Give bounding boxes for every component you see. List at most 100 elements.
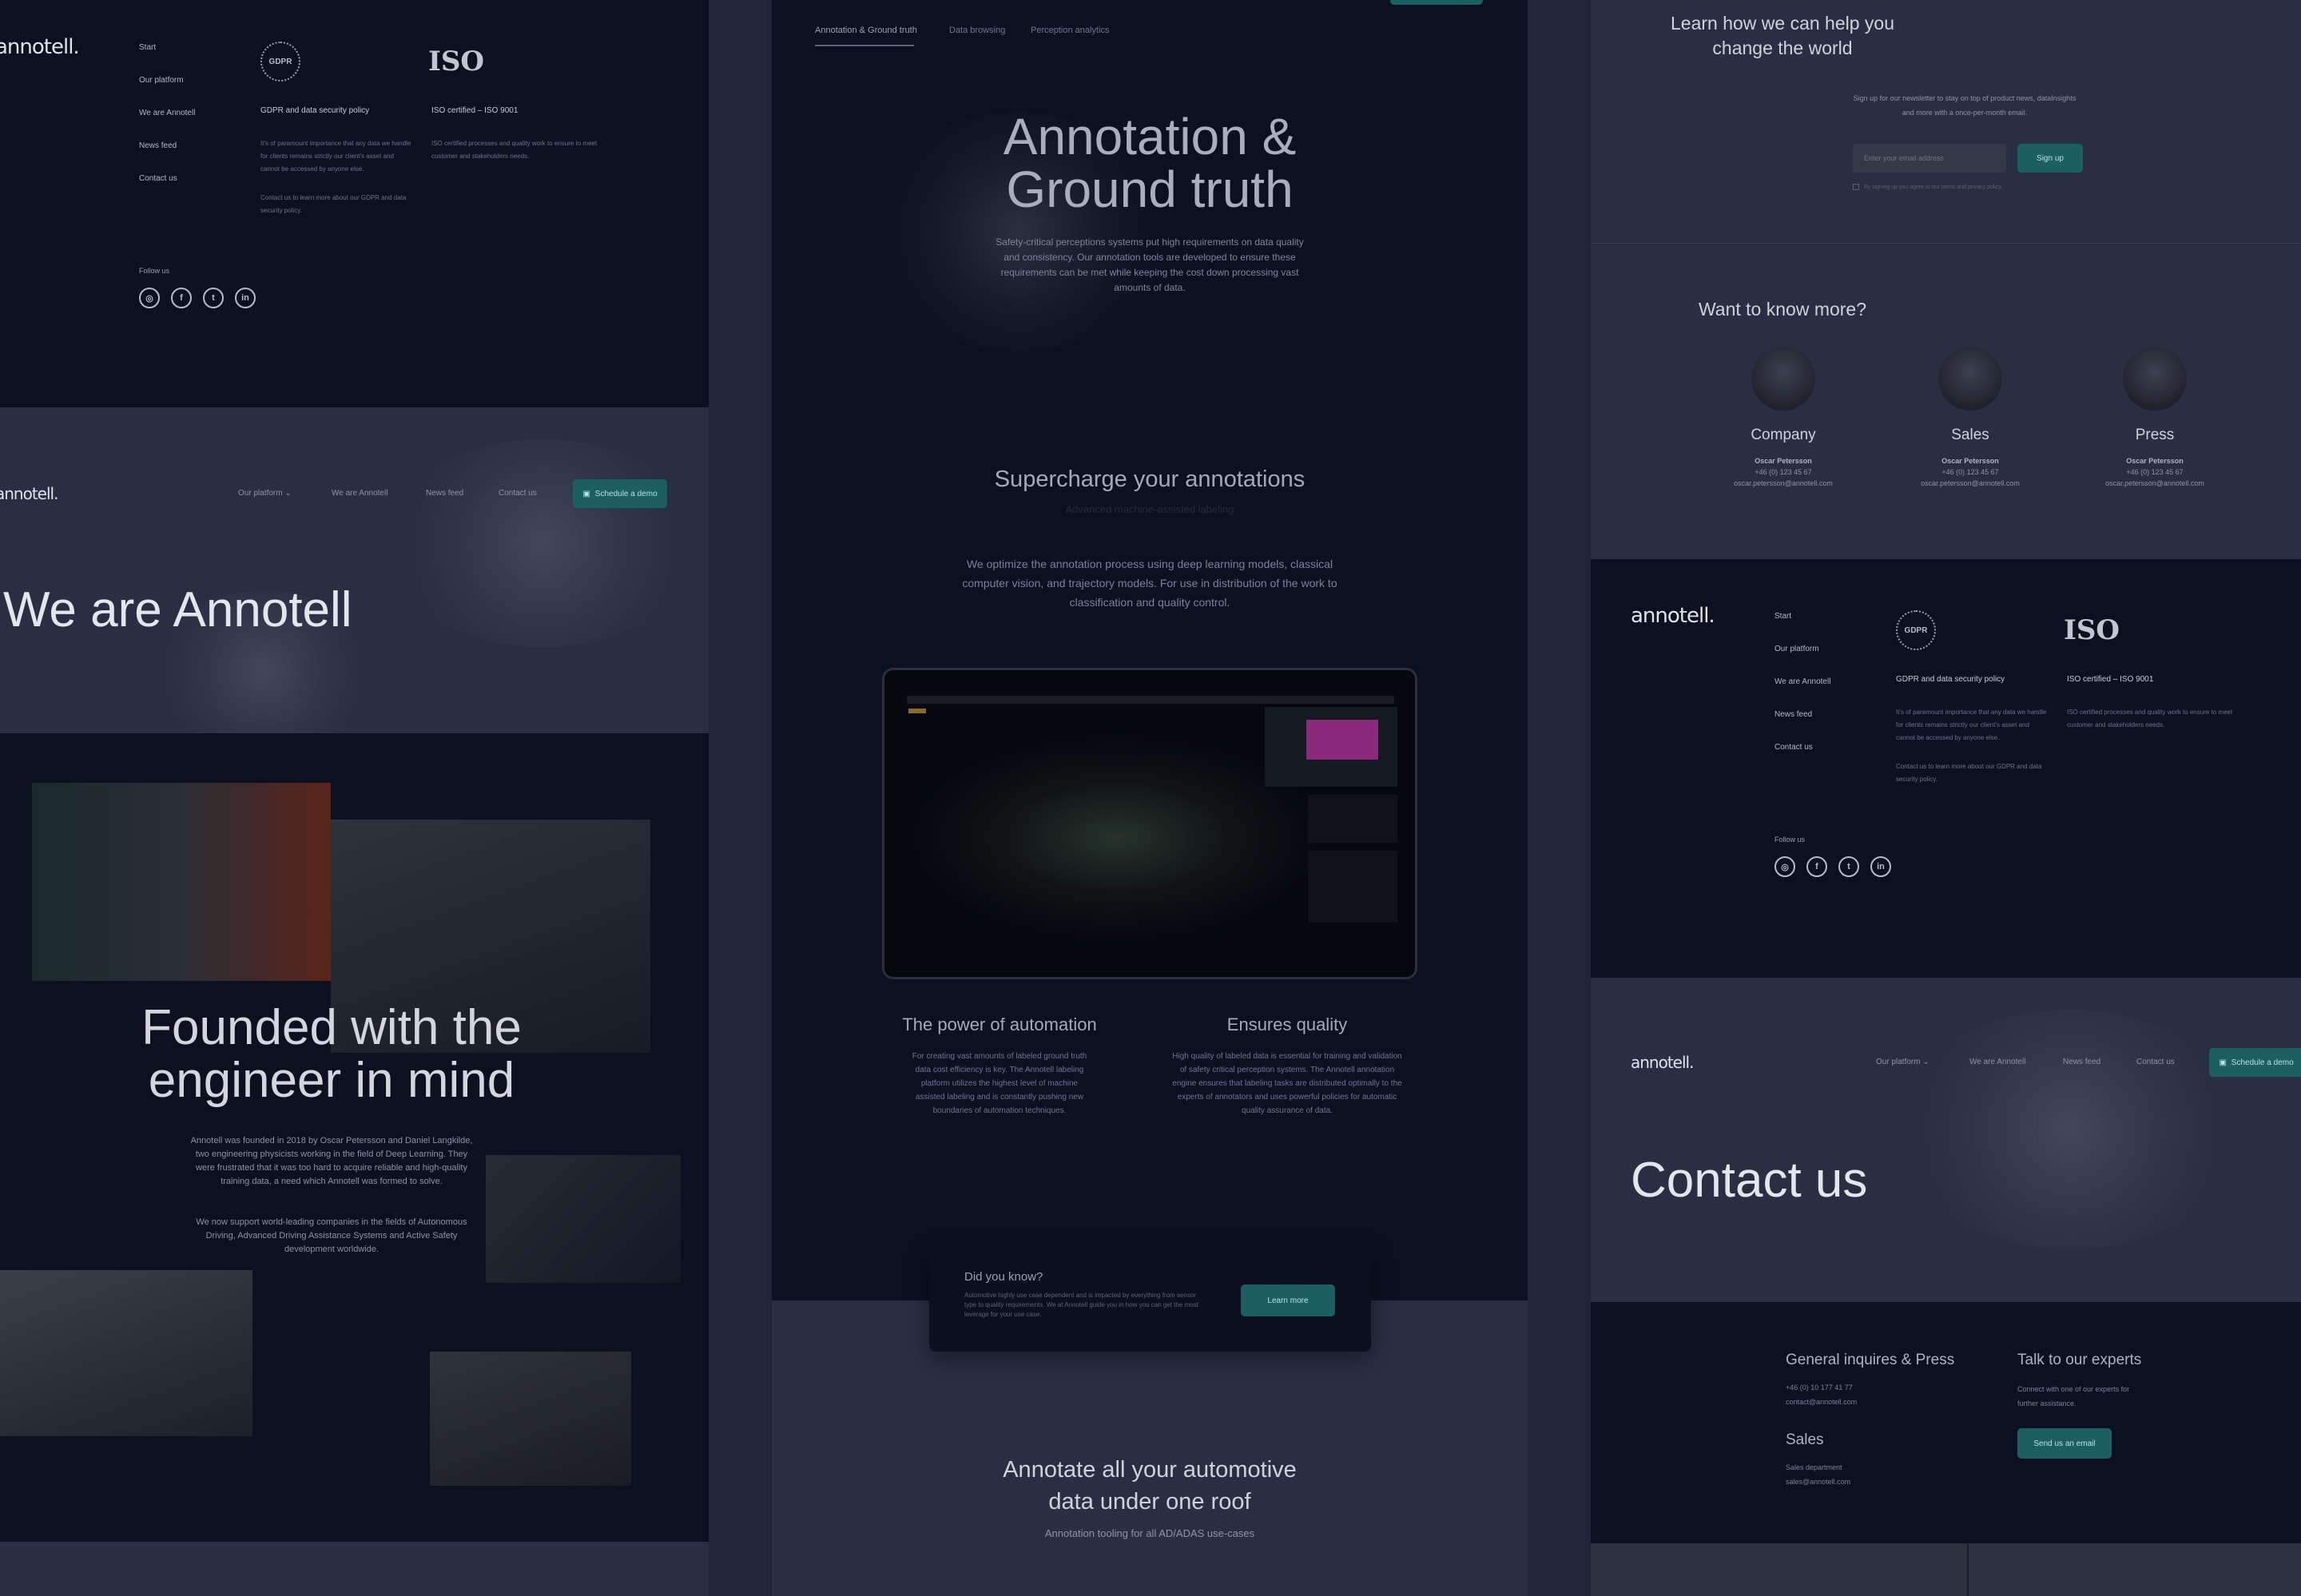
photo-divider [1967,1543,1969,1596]
left-story-panel: Founded with the engineer in mind Annote… [0,733,709,1542]
gdpr-title: GDPR and data security policy [260,106,370,115]
contact-email[interactable]: oscar.petersson@annotell.com [2075,479,2235,487]
schedule-demo-label: Schedule a demo [594,489,658,498]
gdpr-badge-icon: GDPR [260,42,300,81]
app-toolbar [907,696,1394,704]
header-logo[interactable]: annotell. [0,484,58,503]
gdpr-text: It's of paramount importance that any da… [1896,709,2047,741]
bounding-box [1306,720,1378,760]
footer-link-news[interactable]: News feed [1774,710,1830,719]
footer-nav: Start Our platform We are Annotell News … [139,43,195,207]
calendar-icon: ▣ [582,489,590,498]
schedule-demo-button[interactable]: ▣ Schedule a demo [573,479,667,508]
contact-email[interactable]: oscar.petersson@annotell.com [1890,479,2050,487]
facebook-icon[interactable]: f [171,288,192,308]
sales-email[interactable]: sales@annotell.com [1786,1478,1850,1486]
left-footer-panel: annotell. Start Our platform We are Anno… [0,0,709,407]
camera-view [1265,707,1397,787]
bottom-title-line-2: data under one roof [1048,1489,1251,1515]
hero-title-line-2: Ground truth [1006,161,1294,218]
footer-logo[interactable]: annotell. [1631,604,1715,628]
general-inquiries-title: General inquires & Press [1786,1352,1955,1368]
instagram-icon[interactable]: ◎ [1774,856,1795,877]
general-phone: +46 (0) 10 177 41 77 [1786,1384,1853,1392]
contact-email[interactable]: oscar.petersson@annotell.com [1703,479,1863,487]
right-contacts-panel: Want to know more? Company Oscar Peterss… [1591,244,2301,559]
newsletter-email-input[interactable] [1853,144,2006,173]
footer-link-news[interactable]: News feed [139,141,195,150]
footer-logo[interactable]: annotell. [0,35,80,59]
header-logo[interactable]: annotell. [1631,1053,1694,1072]
newsletter-consent: By signing up you agree to our terms and… [1853,184,2002,190]
footer-link-platform[interactable]: Our platform [139,76,195,85]
sales-dept: Sales department [1786,1463,1842,1471]
iso-text: ISO certified processes and quality work… [2067,709,2233,729]
send-email-button[interactable]: Send us an email [2017,1428,2112,1459]
tab-annotation[interactable]: Annotation & Ground truth [815,26,917,35]
signup-button[interactable]: Sign up [2017,144,2083,173]
dot-texture [1894,1010,2246,1249]
contact-phone: +46 (0) 123 45 67 [2126,468,2184,476]
twitter-icon[interactable]: t [203,288,224,308]
nav-our-platform[interactable]: Our platform ⌄ [1876,1058,1929,1066]
footer-link-contact[interactable]: Contact us [139,174,195,183]
avatar [1751,347,1815,411]
linkedin-icon[interactable]: in [1870,856,1891,877]
story-heading-line-2: engineer in mind [148,1053,515,1108]
point-cloud-view [908,734,1324,942]
chevron-down-icon: ⌄ [284,489,292,498]
instagram-icon[interactable]: ◎ [139,288,160,308]
hero-intro: Safety-critical perceptions systems put … [996,236,1304,293]
iso-badge-text: ISO [2063,614,2120,646]
hero-title: Annotation & Ground truth [772,110,1528,216]
iso-text: ISO certified processes and quality work… [431,140,598,160]
footer-link-platform[interactable]: Our platform [1774,645,1830,653]
nav-we-are-annotell[interactable]: We are Annotell [1969,1058,2025,1066]
nav-our-platform[interactable]: Our platform ⌄ [238,489,292,498]
iso-badge-icon: ISO [427,42,485,81]
nav-news-feed[interactable]: News feed [2063,1058,2100,1066]
footer-link-about[interactable]: We are Annotell [139,109,195,117]
consent-checkbox[interactable] [1853,184,1859,190]
nav-we-are-annotell[interactable]: We are Annotell [332,489,387,498]
follow-label: Follow us [1774,836,1806,844]
chevron-down-icon: ⌄ [1922,1058,1929,1066]
bottom-title: Annotate all your automotive data under … [772,1454,1528,1518]
iso-badge-text: ISO [427,46,485,77]
footer-link-contact[interactable]: Contact us [1774,743,1830,752]
right-bottom-photos [1591,1543,2301,1596]
footer-link-start[interactable]: Start [139,43,195,52]
nav-news-feed[interactable]: News feed [426,489,463,498]
toolbar-marker [908,709,926,713]
general-email[interactable]: contact@annotell.com [1786,1398,1857,1406]
left-bottom-strip [0,1542,709,1596]
send-email-label: Send us an email [2033,1439,2096,1448]
story-paragraph-1: Annotell was founded in 2018 by Oscar Pe… [190,1136,473,1186]
contact-phone: +46 (0) 123 45 67 [1941,468,1999,476]
footer-link-about[interactable]: We are Annotell [1774,677,1830,686]
gdpr-badge-icon: GDPR [1896,610,1936,650]
meeting-photo [0,1270,252,1436]
contact-name: Oscar Petersson [1755,457,1812,465]
side-view-2 [1308,851,1397,923]
tab-perception-analytics[interactable]: Perception analytics [1031,26,1109,35]
gdpr-badge-text: GDPR [1904,625,1928,635]
facebook-icon[interactable]: f [1806,856,1827,877]
bottom-subtitle: Annotation tooling for all AD/ADAS use-c… [1044,1527,1255,1539]
contact-phone: +46 (0) 123 45 67 [1755,468,1812,476]
tab-data-browsing[interactable]: Data browsing [949,26,1005,35]
left-header-panel: annotell. Our platform ⌄ We are Annotell… [0,407,709,733]
nav-contact-us[interactable]: Contact us [499,489,537,498]
nav-contact-us[interactable]: Contact us [2136,1058,2175,1066]
twitter-icon[interactable]: t [1838,856,1859,877]
story-heading: Founded with the engineer in mind [32,1002,631,1107]
nav-platform-label: Our platform [238,489,283,498]
linkedin-icon[interactable]: in [235,288,256,308]
top-cta-button[interactable] [1390,0,1483,5]
footer-link-start[interactable]: Start [1774,612,1830,621]
schedule-demo-button[interactable]: ▣ Schedule a demo [2209,1048,2301,1077]
section-text: We optimize the annotation process using… [962,558,1337,609]
learn-more-button[interactable]: Learn more [1241,1284,1335,1316]
feature-quality-text: High quality of labeled data is essentia… [1172,1052,1402,1115]
feature-automation-text: For creating vast amounts of labeled gro… [912,1052,1087,1115]
